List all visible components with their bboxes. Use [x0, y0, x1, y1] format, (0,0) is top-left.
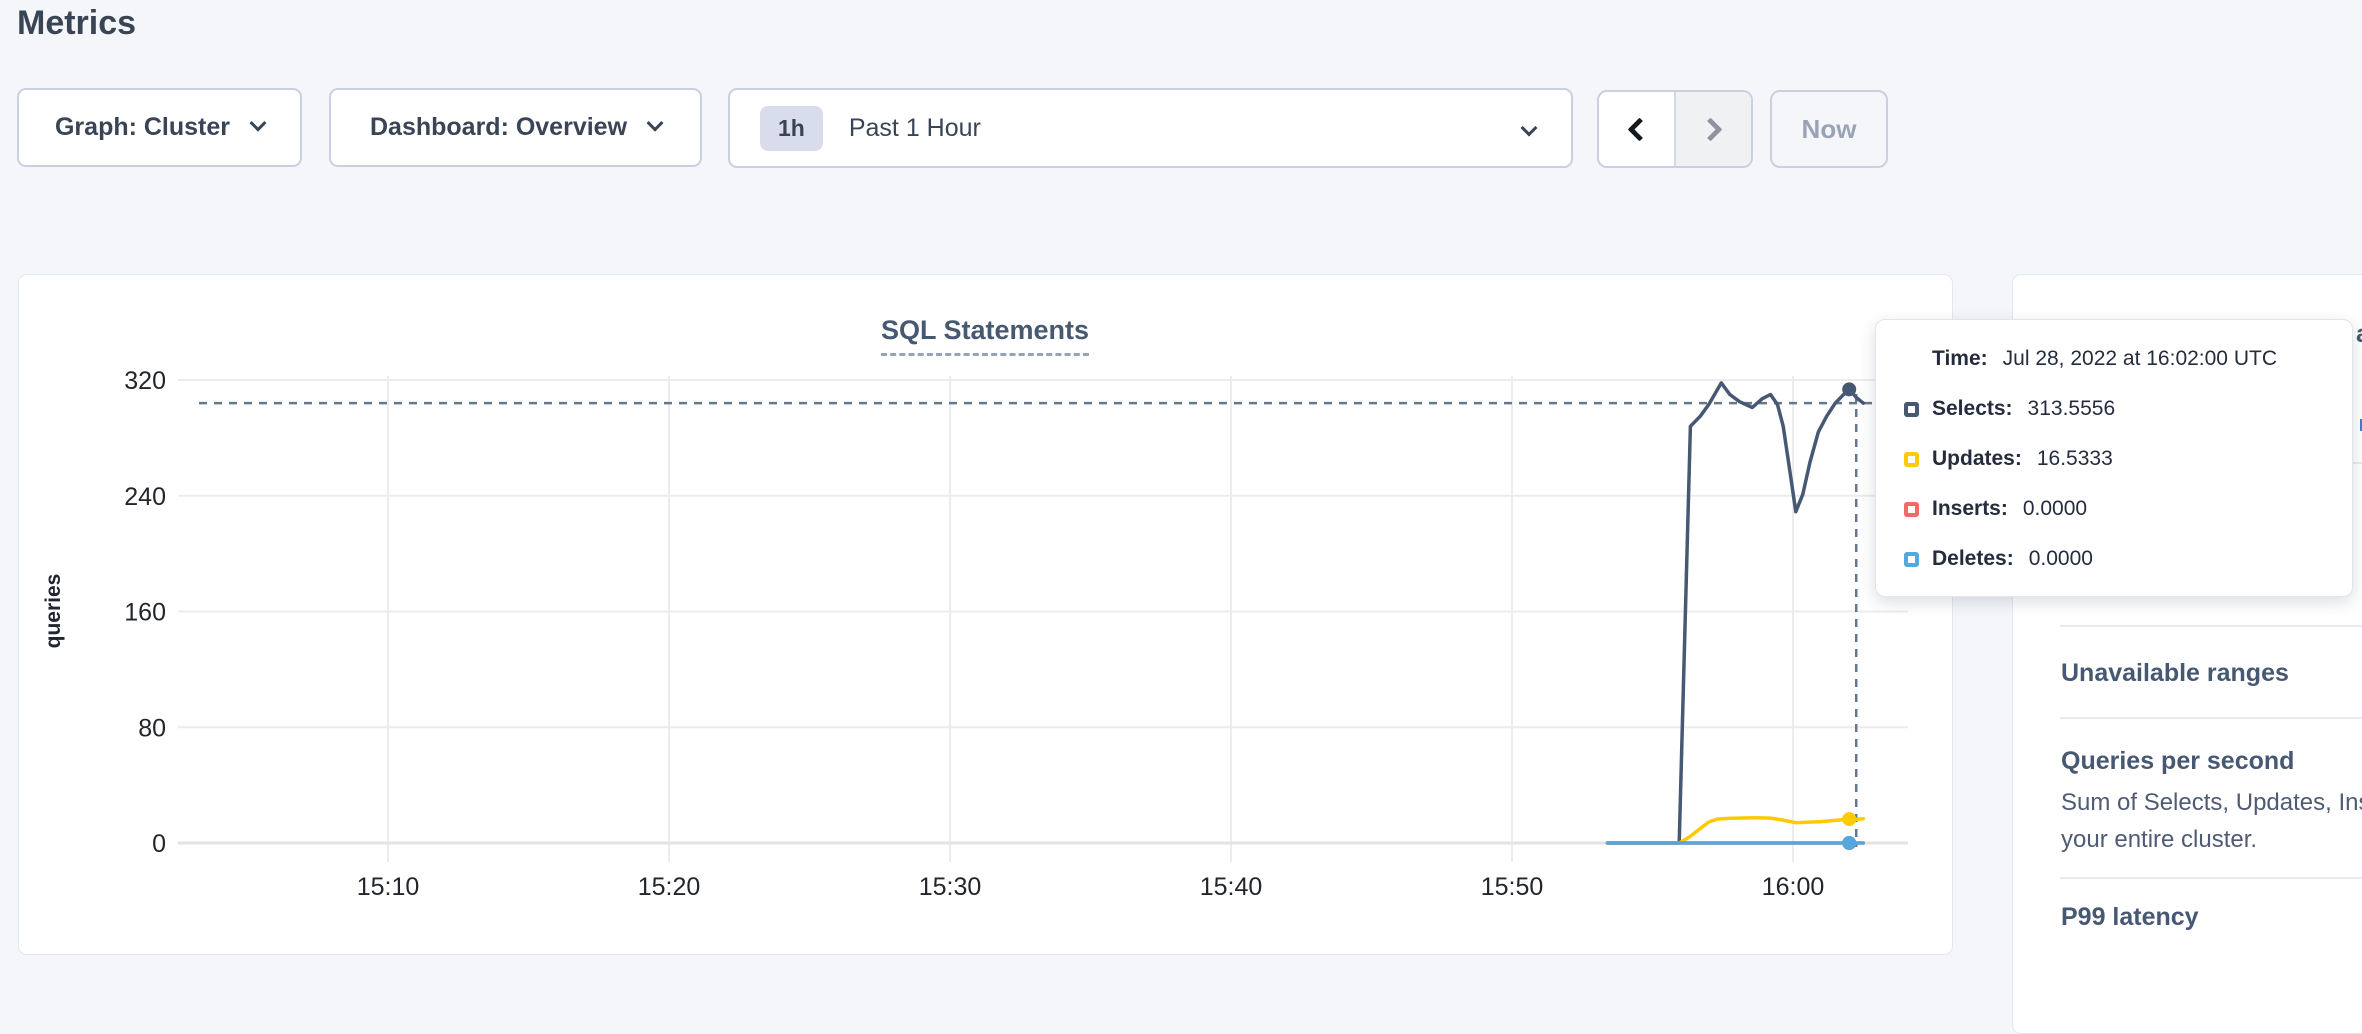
time-window-forward-button[interactable]	[1674, 92, 1751, 166]
sidebar-item-description-line2: your entire cluster.	[2061, 826, 2257, 854]
inserts-swatch-icon	[1904, 502, 1919, 517]
tooltip-time-label: Time:	[1932, 347, 1988, 371]
tooltip-series-row: Deletes: 0.0000	[1904, 547, 2324, 571]
metrics-page: { "page": { "title": "Metrics" }, "toolb…	[0, 0, 2362, 966]
tooltip-series-row: Updates: 16.5333	[1904, 447, 2324, 471]
chevron-right-icon	[1698, 117, 1722, 141]
sidebar-item-p99-latency[interactable]: P99 latency	[2061, 903, 2199, 932]
deletes-swatch-icon	[1904, 552, 1919, 567]
chevron-down-icon	[647, 114, 664, 131]
dashboard-dropdown-label: Dashboard: Overview	[370, 113, 627, 142]
dashboard-dropdown[interactable]: Dashboard: Overview	[329, 88, 702, 167]
chevron-down-icon	[250, 114, 267, 131]
tooltip-series-value: 313.5556	[2028, 397, 2116, 421]
tooltip-series-row: Inserts: 0.0000	[1904, 497, 2324, 521]
sidebar-clipped-text-fragment: a	[2356, 320, 2362, 349]
page-title: Metrics	[17, 4, 136, 43]
sidebar-clipped-link-fragment	[2357, 419, 2362, 431]
now-button[interactable]: Now	[1770, 90, 1888, 168]
tooltip-series-value: 0.0000	[2023, 497, 2087, 521]
sidebar-divider	[2060, 625, 2362, 627]
chart-tooltip: Time: Jul 28, 2022 at 16:02:00 UTC Selec…	[1875, 319, 2353, 597]
tooltip-series-value: 16.5333	[2037, 447, 2113, 471]
sidebar-item-queries-per-second[interactable]: Queries per second	[2061, 747, 2294, 776]
tooltip-time-value: Jul 28, 2022 at 16:02:00 UTC	[2003, 347, 2277, 371]
chart-title[interactable]: SQL Statements	[881, 315, 1089, 356]
sidebar-divider	[2060, 877, 2362, 879]
updates-swatch-icon	[1904, 452, 1919, 467]
tooltip-series-row: Selects: 313.5556	[1904, 397, 2324, 421]
tooltip-series-label: Inserts:	[1932, 497, 2008, 521]
time-range-dropdown[interactable]: 1h Past 1 Hour	[728, 88, 1573, 168]
tooltip-series-value: 0.0000	[2029, 547, 2093, 571]
time-window-arrows	[1597, 90, 1753, 168]
sidebar-item-unavailable-ranges[interactable]: Unavailable ranges	[2061, 659, 2289, 688]
sidebar-divider	[2060, 717, 2362, 719]
tooltip-series-label: Selects:	[1932, 397, 2013, 421]
tooltip-series-label: Deletes:	[1932, 547, 2014, 571]
selects-swatch-icon	[1904, 402, 1919, 417]
time-range-badge: 1h	[760, 106, 823, 151]
time-window-back-button[interactable]	[1599, 92, 1674, 166]
time-range-label: Past 1 Hour	[849, 114, 981, 143]
graph-dropdown[interactable]: Graph: Cluster	[17, 88, 302, 167]
sidebar-item-description-line1: Sum of Selects, Updates, Inserts and Del…	[2061, 789, 2362, 817]
chart-plot-area[interactable]	[178, 376, 1908, 843]
chevron-left-icon	[1627, 117, 1651, 141]
graph-dropdown-label: Graph: Cluster	[55, 113, 230, 142]
tooltip-series-label: Updates:	[1932, 447, 2022, 471]
tooltip-time-row: Time: Jul 28, 2022 at 16:02:00 UTC	[1932, 347, 2324, 371]
chevron-down-icon	[1521, 120, 1538, 137]
